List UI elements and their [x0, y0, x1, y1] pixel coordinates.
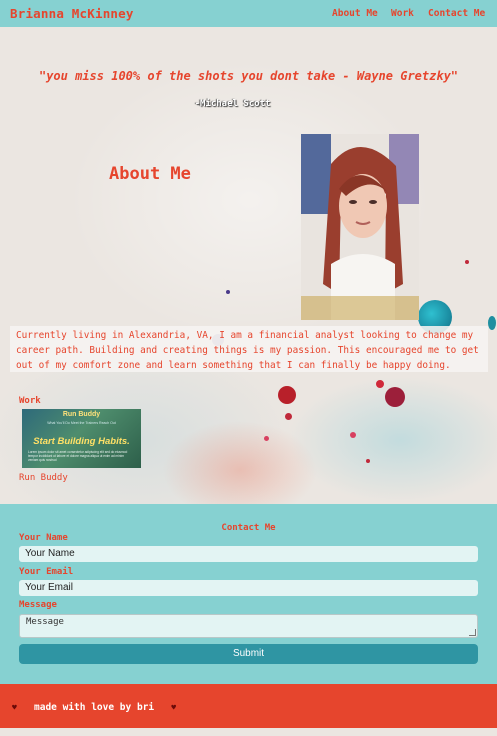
heart-icon: ♥: [12, 703, 17, 712]
thumbnail-headline: Start Building Habits.: [33, 436, 130, 447]
nav-link-contact[interactable]: Contact Me: [428, 8, 485, 19]
work-title: Work: [19, 396, 41, 406]
email-input[interactable]: Your Email: [19, 580, 478, 596]
brand-name[interactable]: Brianna McKinney: [10, 6, 134, 21]
footer-text-row: ♥ made with love by bri ♥: [12, 702, 176, 713]
email-label: Your Email: [19, 567, 74, 577]
contact-section: Contact Me Your Name Your Name Your Emai…: [0, 504, 497, 684]
footer: ♥ made with love by bri ♥: [0, 684, 497, 728]
profile-photo-art: [301, 134, 419, 320]
project-link[interactable]: Run Buddy: [19, 473, 68, 483]
paint-dot: [488, 316, 496, 330]
submit-button[interactable]: Submit: [19, 644, 478, 664]
paint-dot: [350, 432, 356, 438]
paint-dot: [226, 290, 230, 294]
profile-photo: [301, 134, 419, 320]
about-title: About Me: [109, 164, 191, 184]
nav-link-about[interactable]: About Me: [332, 8, 378, 19]
contact-title: Contact Me: [221, 523, 276, 533]
paint-dot: [376, 380, 384, 388]
nav-link-work[interactable]: Work: [391, 8, 414, 19]
message-placeholder: Message: [26, 617, 64, 627]
paint-dot: [264, 436, 269, 441]
thumbnail-title: Run Buddy: [62, 411, 101, 418]
message-label: Message: [19, 600, 57, 610]
paint-dot: [285, 413, 292, 420]
message-textarea[interactable]: Message: [19, 614, 478, 638]
hero-quote: "you miss 100% of the shots you dont tak…: [38, 69, 459, 83]
project-thumbnail[interactable]: Run Buddy What You'll Do Meet the Traine…: [22, 409, 141, 468]
resize-grip-icon[interactable]: [469, 629, 476, 636]
thumbnail-body: Lorem ipsum dolor sit amet consectetur a…: [28, 450, 128, 462]
paint-dot: [366, 459, 370, 463]
navbar: Brianna McKinney About Me Work Contact M…: [0, 0, 497, 27]
name-input[interactable]: Your Name: [19, 546, 478, 562]
thumbnail-nav: What You'll Do Meet the Trainers Reach O…: [47, 421, 116, 425]
paint-dot: [385, 387, 405, 407]
quote-attribution: -Michael Scott: [194, 99, 271, 109]
name-label: Your Name: [19, 533, 68, 543]
footer-text: made with love by bri: [34, 702, 155, 713]
paint-dot: [465, 260, 469, 264]
heart-icon: ♥: [171, 703, 177, 712]
paint-dot: [278, 386, 296, 404]
about-description: Currently living in Alexandria, VA, I am…: [10, 326, 488, 372]
